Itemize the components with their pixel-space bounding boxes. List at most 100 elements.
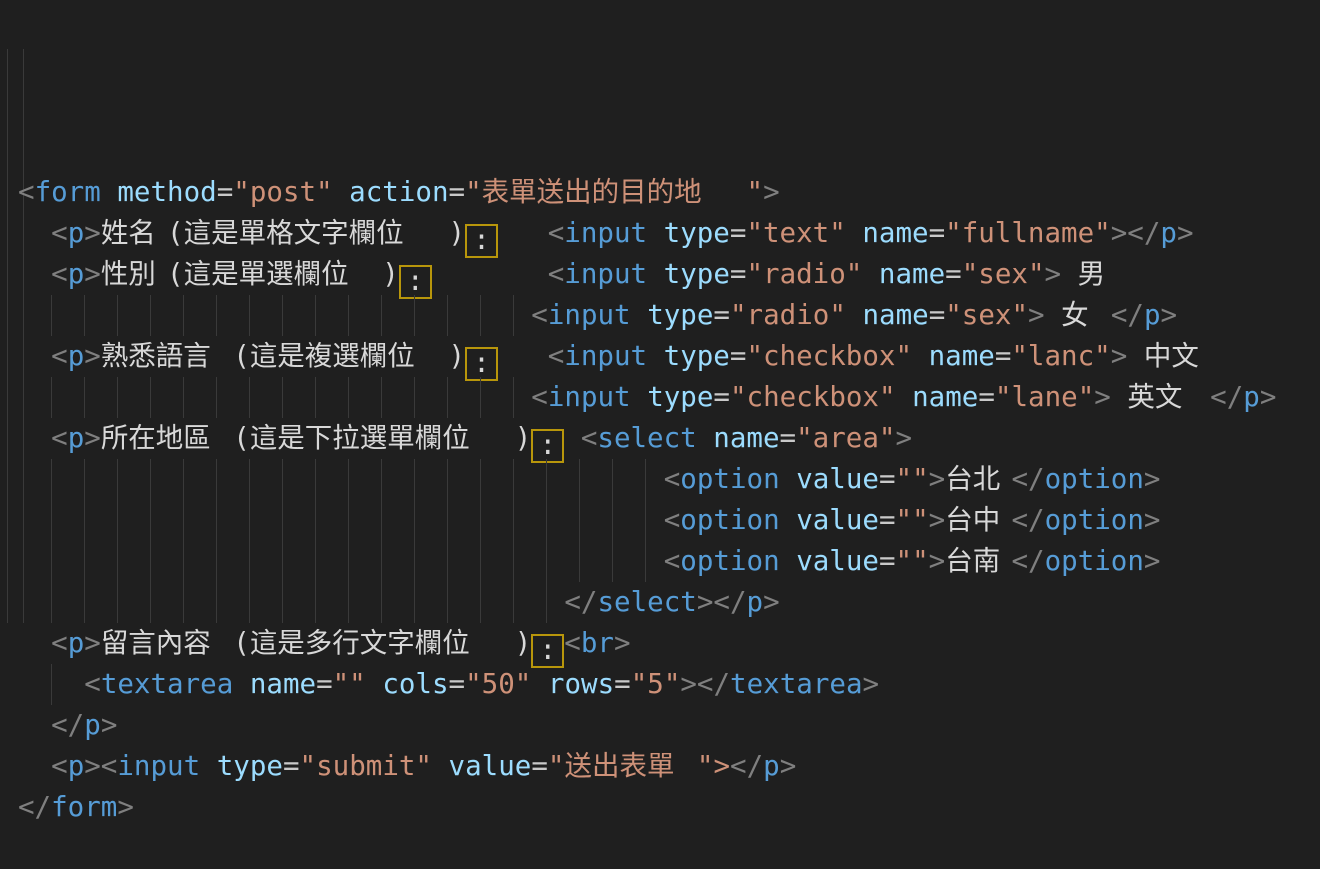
whitespace: [498, 217, 548, 249]
attribute-name: name: [862, 299, 928, 331]
indent: [18, 258, 51, 290]
punctuation: >: [929, 504, 946, 536]
indent-guides: [51, 295, 531, 336]
attribute-name: type: [664, 258, 730, 290]
indent: [18, 340, 51, 372]
punctuation: <: [51, 258, 68, 290]
unicode-highlight-colon-box: :: [465, 347, 498, 381]
whitespace: [780, 545, 797, 577]
punctuation: >: [117, 791, 134, 823]
text-cjk: 這是單格文字欄位: [184, 213, 449, 254]
punctuation: <: [581, 422, 598, 454]
punctuation: <: [564, 627, 581, 659]
equals-sign: =: [730, 217, 747, 249]
string-value: "checkbox": [746, 340, 912, 372]
text: ): [515, 422, 532, 454]
text-cjk: 這是多行文字欄位: [250, 623, 515, 664]
equals-sign: =: [614, 668, 631, 700]
punctuation: <: [548, 217, 565, 249]
punctuation: >: [1161, 299, 1178, 331]
punctuation: >: [929, 545, 946, 577]
text: (: [233, 627, 250, 659]
text-cjk: 中文: [1144, 336, 1210, 377]
string-value: "post": [233, 176, 332, 208]
punctuation: ></: [1111, 217, 1161, 249]
tag-name: input: [548, 299, 631, 331]
attribute-name: name: [879, 258, 945, 290]
whitespace: [531, 668, 548, 700]
equals-sign: =: [995, 340, 1012, 372]
punctuation: >: [84, 422, 101, 454]
string-value: "radio": [730, 299, 846, 331]
string-value: "": [896, 504, 929, 536]
punctuation: >: [763, 176, 780, 208]
punctuation: >: [84, 340, 101, 372]
code-line: <p>性別(這是單選欄位): <input type="radio" name=…: [18, 254, 1320, 295]
text-cjk: 熟悉語言: [101, 336, 233, 377]
whitespace: [432, 258, 548, 290]
code-area: <form method="post" action="表單送出的目的地"> <…: [18, 172, 1320, 828]
string-value: ": [747, 176, 764, 208]
tag-name: form: [51, 791, 117, 823]
text-cjk: 英文: [1127, 377, 1193, 418]
tag-name: input: [564, 258, 647, 290]
string-value: ">: [697, 750, 730, 782]
string-value: "radio": [746, 258, 862, 290]
whitespace: [233, 668, 250, 700]
whitespace: [432, 750, 449, 782]
indent-guides: [51, 500, 664, 541]
string-value: "": [896, 545, 929, 577]
unicode-highlight-colon-box: :: [531, 429, 564, 463]
equals-sign: =: [713, 299, 730, 331]
attribute-name: value: [796, 504, 879, 536]
indent: [18, 668, 51, 700]
indent: [18, 586, 51, 618]
punctuation: >: [1144, 463, 1161, 495]
punctuation: </: [51, 709, 84, 741]
code-line: </form>: [18, 787, 1320, 828]
punctuation: >: [1144, 504, 1161, 536]
whitespace: [1045, 299, 1062, 331]
punctuation: >: [1028, 299, 1045, 331]
attribute-name: type: [664, 217, 730, 249]
string-value: "": [333, 668, 366, 700]
string-value: "submit": [300, 750, 432, 782]
code-editor[interactable]: <form method="post" action="表單送出的目的地"> <…: [0, 0, 1320, 681]
text: ): [448, 217, 465, 249]
equals-sign: =: [217, 176, 234, 208]
code-line: <input type="checkbox" name="lane"> 英文 <…: [18, 377, 1320, 418]
punctuation: >: [1144, 545, 1161, 577]
tag-name: p: [747, 586, 764, 618]
punctuation: >: [780, 750, 797, 782]
indent: [18, 750, 51, 782]
indent-guides: [51, 459, 664, 500]
tag-name: p: [1243, 381, 1260, 413]
whitespace: [647, 217, 664, 249]
tag-name: input: [564, 340, 647, 372]
punctuation: <: [664, 463, 681, 495]
attribute-name: name: [912, 381, 978, 413]
equals-sign: =: [449, 668, 466, 700]
equals-sign: =: [879, 463, 896, 495]
attribute-name: value: [796, 545, 879, 577]
tag-name: p: [1144, 299, 1161, 331]
indent-guides: [51, 664, 84, 705]
string-value: "lane": [995, 381, 1094, 413]
whitespace: [333, 176, 350, 208]
text: ): [448, 340, 465, 372]
tag-name: select: [598, 586, 697, 618]
punctuation: >: [1094, 381, 1111, 413]
string-value: "sex": [962, 258, 1045, 290]
code-line: <p>留言內容(這是多行文字欄位):<br>: [18, 623, 1320, 664]
attribute-name: name: [862, 217, 928, 249]
attribute-name: name: [250, 668, 316, 700]
text: (: [233, 422, 250, 454]
string-value: ": [548, 750, 565, 782]
code-line: <p>姓名(這是單格文字欄位): <input type="text" name…: [18, 213, 1320, 254]
attribute-name: type: [647, 381, 713, 413]
tag-name: p: [68, 258, 85, 290]
string-value: "sex": [945, 299, 1028, 331]
punctuation: >: [84, 627, 101, 659]
punctuation: >: [1177, 217, 1194, 249]
punctuation: ><: [84, 750, 117, 782]
